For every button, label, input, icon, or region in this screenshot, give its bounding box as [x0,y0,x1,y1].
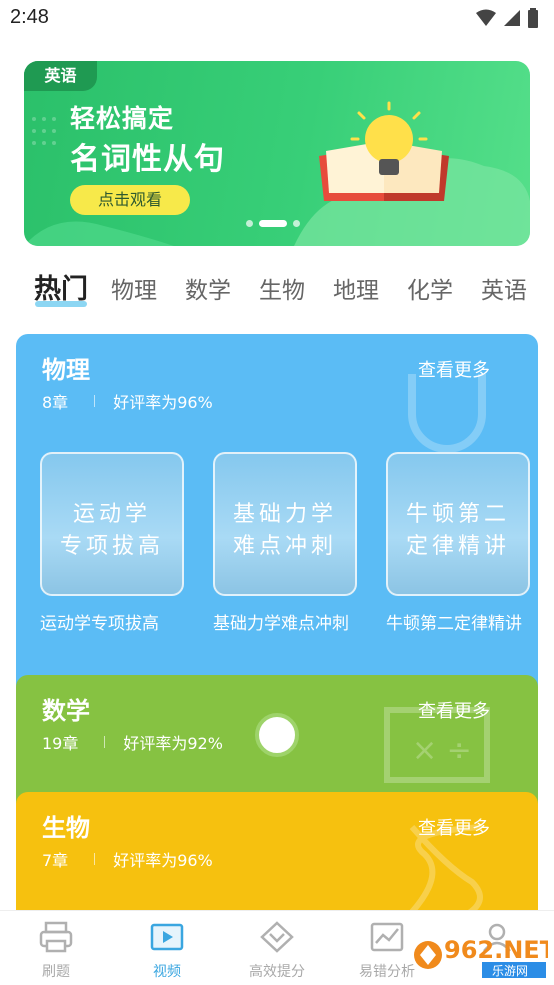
watch-button[interactable]: 点击观看 [70,185,190,215]
subject-meta: 19章 好评率为92% [42,730,223,754]
banner-tag: 英语 [24,61,97,91]
tab-math[interactable]: 数学 [185,271,231,305]
course-title[interactable]: 运动学专项拔高 [40,609,182,634]
book-bulb-icon [319,101,449,201]
subject-title: 物理 [42,356,90,384]
divider [104,736,106,748]
chapter-count: 7章 [42,851,69,870]
site-watermark-logo: 962.NET 乐游网 [414,936,548,978]
subject-tabs: 热门 物理 数学 生物 地理 化学 英语 [0,265,554,315]
subject-title: 数学 [42,697,90,725]
battery-icon [528,8,538,28]
tab-english[interactable]: 英语 [481,271,527,305]
rating: 好评率为92% [123,734,223,753]
thumb-line1: 基础力学 [232,502,337,527]
chart-icon [370,922,404,952]
nav-item-boost[interactable]: 高效提分 [227,921,327,981]
nav-item-video[interactable]: 视频 [117,921,217,981]
view-more-button[interactable]: 查看更多 [418,814,490,840]
floating-button[interactable] [255,713,299,757]
video-icon [150,923,184,951]
signal-icon [504,10,520,26]
tab-hot[interactable]: 热门 [34,267,88,306]
banner-title-line2: 名词性从句 [70,142,225,177]
wifi-icon [476,9,496,26]
subject-card-physics: 物理 8章 好评率为96% 查看更多 运动学 专项拔高 运动学专项拔高 基础力学… [16,334,538,714]
pager-dot-active[interactable] [259,220,287,227]
course-thumbnail[interactable]: 运动学 专项拔高 [40,452,184,596]
banner-pager[interactable] [246,220,300,227]
tab-physics[interactable]: 物理 [111,271,157,305]
tab-geography[interactable]: 地理 [333,271,379,305]
thumb-line1: 运动学 [72,502,151,527]
nav-label: 视频 [153,964,181,980]
divider [94,853,96,865]
watermark-subtext: 乐游网 [492,964,528,978]
nav-label: 刷题 [42,964,70,980]
course-item[interactable]: 基础力学 难点冲刺 基础力学难点冲刺 [213,452,357,634]
thumb-line2: 专项拔高 [59,534,164,559]
rating: 好评率为96% [113,851,213,870]
subject-meta: 8章 好评率为96% [42,389,213,413]
course-thumbnail[interactable]: 牛顿第二 定律精讲 [386,452,530,596]
promo-banner[interactable]: 英语 轻松搞定 名词性从句 点击观看 [24,61,530,246]
thumb-line2: 定律精讲 [405,534,510,559]
subject-title: 生物 [42,814,90,842]
printer-icon [39,921,73,953]
svg-text:× ÷: × ÷ [412,733,472,768]
status-icons [476,8,538,28]
course-title[interactable]: 基础力学难点冲刺 [213,609,355,634]
status-bar: 2:48 [0,0,554,40]
tab-chemistry[interactable]: 化学 [407,271,453,305]
course-item[interactable]: 运动学 专项拔高 运动学专项拔高 [40,452,184,634]
watermark-text: 962.NET [444,936,548,964]
status-time: 2:48 [10,6,49,28]
banner-title-line1: 轻松搞定 [70,104,175,133]
nav-item-practice[interactable]: 刷题 [6,921,106,981]
view-more-button[interactable]: 查看更多 [418,697,490,723]
thumb-line1: 牛顿第二 [405,502,510,527]
subject-meta: 7章 好评率为96% [42,847,213,871]
course-item[interactable]: 牛顿第二 定律精讲 牛顿第二定律精讲 [386,452,530,634]
course-thumbnail[interactable]: 基础力学 难点冲刺 [213,452,357,596]
divider [94,395,96,407]
chapter-count: 8章 [42,393,69,412]
nav-label: 高效提分 [249,964,305,980]
pager-dot[interactable] [246,220,253,227]
tab-biology[interactable]: 生物 [259,271,305,305]
view-more-button[interactable]: 查看更多 [418,356,490,382]
rating: 好评率为96% [113,393,213,412]
pager-dot[interactable] [293,220,300,227]
thumb-line2: 难点冲刺 [232,534,337,559]
course-title[interactable]: 牛顿第二定律精讲 [386,609,528,634]
chapter-count: 19章 [42,734,79,753]
chevron-badge-icon [260,921,294,953]
